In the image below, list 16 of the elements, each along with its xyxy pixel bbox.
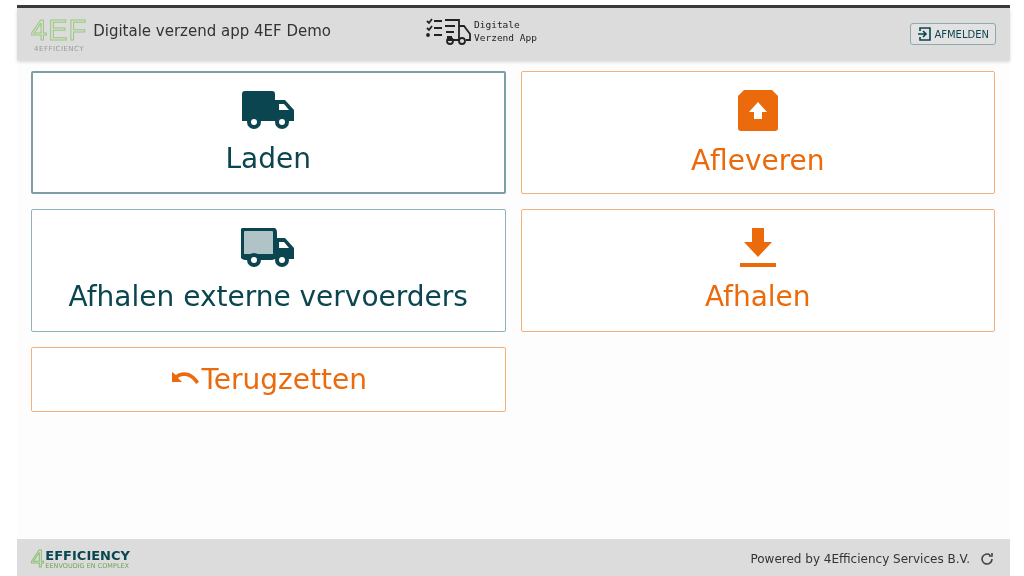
truck-icon	[241, 90, 296, 130]
logo-mark: 4EF	[31, 15, 88, 45]
app-title: Digitale verzend app 4EF Demo	[93, 22, 331, 40]
footer-logo-mark: 4	[31, 548, 45, 570]
checklist-truck-icon	[426, 16, 472, 46]
refresh-icon[interactable]	[980, 552, 994, 566]
menu-tile[interactable]: Afhalen externe vervoerders	[31, 209, 506, 332]
box-upload-icon	[735, 88, 780, 132]
app-badge-text: Digitale Verzend App	[474, 18, 537, 44]
menu-tile[interactable]: Laden	[31, 71, 506, 194]
logout-icon	[917, 27, 932, 41]
footer-logo-word: EFFICIENCY	[45, 549, 130, 562]
logout-button[interactable]: AFMELDEN	[910, 23, 996, 45]
powered-by-text: Powered by 4Efficiency Services B.V.	[750, 552, 970, 566]
truck-icon	[241, 228, 296, 268]
download-icon	[739, 228, 776, 268]
